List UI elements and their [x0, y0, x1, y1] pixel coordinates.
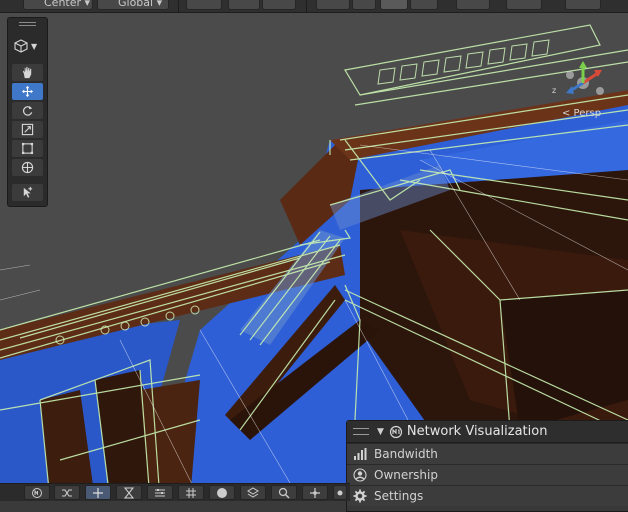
settings-label: Settings: [374, 489, 424, 503]
grid-button[interactable]: [178, 485, 204, 500]
collapse-caret-icon[interactable]: ▼: [377, 427, 384, 437]
snap-increment-field[interactable]: [186, 0, 222, 10]
gizmo-z-label: z: [552, 86, 556, 95]
custom-tool-icon: [23, 186, 33, 198]
pivot-button[interactable]: [302, 485, 328, 500]
rect-tool-button[interactable]: [12, 140, 43, 157]
hourglass-icon: [123, 486, 135, 499]
overlay-drag-handle[interactable]: [19, 25, 36, 26]
hand-tool-button[interactable]: [12, 64, 43, 81]
network-scene-button[interactable]: [24, 485, 50, 500]
shuffle-icon: [62, 488, 72, 497]
top-toolbar: Center ▾ Global ▾: [0, 0, 628, 13]
gizmo-neg-axis[interactable]: [596, 87, 604, 95]
pivot-space-dropdown[interactable]: Global ▾: [97, 0, 169, 10]
projection-label[interactable]: < Persp: [562, 108, 601, 119]
pivot-space-label: Global: [118, 0, 154, 9]
overlay-drag-handle[interactable]: [19, 22, 36, 23]
move-button[interactable]: [85, 485, 111, 500]
cube-icon: [14, 39, 28, 53]
audio-toggle-button[interactable]: [410, 0, 438, 10]
pivot-mode-label: Center: [44, 0, 82, 9]
transform-icon: [21, 161, 34, 174]
filter-button[interactable]: [147, 485, 173, 500]
gizmo-neg-axis[interactable]: [566, 71, 574, 79]
snap-toggle-button[interactable]: [262, 0, 296, 10]
ownership-row[interactable]: Ownership: [347, 464, 628, 485]
gizmo-z-cone[interactable]: [566, 86, 574, 94]
shuffle-button[interactable]: [54, 485, 80, 500]
gear-icon: [353, 489, 367, 503]
move-arrows-icon: [310, 487, 320, 498]
tools-overlay: ▼: [7, 17, 48, 207]
settings-row[interactable]: Settings: [347, 485, 628, 506]
layers-button[interactable]: [240, 485, 266, 500]
2d-toggle-button[interactable]: [352, 0, 376, 10]
sun-icon: [337, 490, 343, 495]
move-arrows-icon: [93, 487, 103, 498]
draw-mode-button[interactable]: [316, 0, 350, 10]
network-icon: [32, 487, 42, 498]
network-panel-title: Network Visualization: [406, 424, 548, 439]
panel-drag-handle[interactable]: [353, 428, 369, 435]
rotate-tool-button[interactable]: [12, 102, 43, 119]
pivot-mode-dropdown[interactable]: Center ▾: [23, 0, 93, 10]
toolbar-divider: [306, 0, 307, 12]
gizmo-y-cone[interactable]: [579, 61, 587, 68]
bar-chart-icon: [354, 448, 367, 460]
bottom-overlay-toolbar: [0, 483, 350, 501]
transform-tool-button[interactable]: [12, 159, 43, 176]
grid-snapping-button[interactable]: [228, 0, 260, 10]
tool-mode-dropdown[interactable]: ▼: [14, 37, 42, 55]
hand-icon: [22, 66, 32, 79]
hourglass-button[interactable]: [116, 485, 142, 500]
search-icon: [278, 487, 290, 498]
rect-icon: [21, 142, 34, 155]
grid-icon: [186, 487, 196, 498]
network-icon: [389, 425, 403, 438]
sliders-icon: [155, 488, 165, 497]
ownership-label: Ownership: [374, 468, 438, 482]
move-tool-button[interactable]: [12, 83, 43, 100]
bandwidth-row[interactable]: Bandwidth: [347, 443, 628, 464]
chevron-down-icon: ▼: [31, 41, 38, 51]
scale-icon: [21, 123, 34, 136]
scale-tool-button[interactable]: [12, 121, 43, 138]
gizmos-dropdown[interactable]: [565, 0, 601, 10]
hidden-objects-button[interactable]: [506, 0, 542, 10]
toolbar-divider: [178, 0, 179, 12]
rotate-icon: [22, 105, 33, 116]
move-arrows-icon: [21, 85, 34, 98]
network-visualization-panel: ▼ Network Visualization Bandwidth Owners…: [346, 420, 628, 512]
effects-dropdown[interactable]: [456, 0, 490, 10]
custom-tool-button[interactable]: [12, 184, 43, 201]
network-panel-header[interactable]: ▼ Network Visualization: [347, 421, 628, 443]
lighting-toggle-button[interactable]: [380, 0, 408, 10]
sphere-button[interactable]: [209, 485, 235, 500]
bandwidth-label: Bandwidth: [374, 447, 438, 461]
circle-icon: [217, 487, 227, 498]
layers-icon: [247, 486, 259, 498]
more-button[interactable]: [333, 485, 347, 500]
search-button[interactable]: [271, 485, 297, 500]
user-circle-icon: [353, 468, 367, 482]
